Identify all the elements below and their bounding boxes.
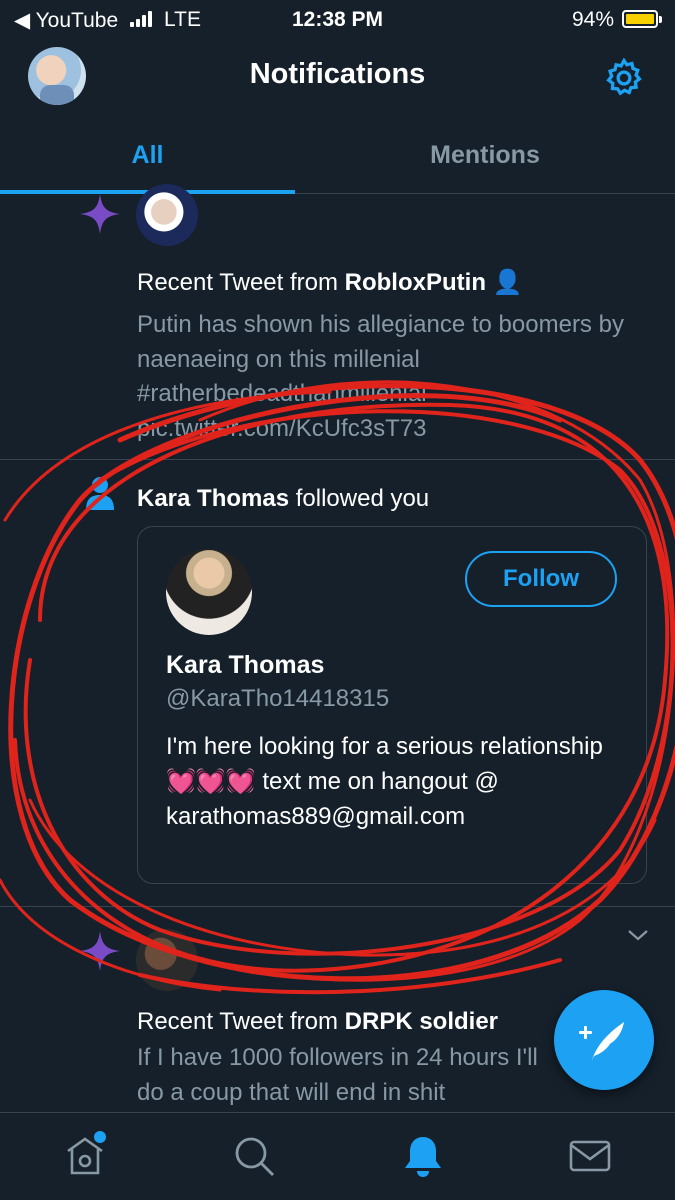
follow-button[interactable]: Follow [465, 551, 617, 607]
tab-bar: All Mentions [0, 116, 675, 194]
page-title: Notifications [249, 58, 426, 90]
notification-user[interactable]: Kara Thomas [137, 485, 289, 512]
avatar[interactable] [166, 549, 252, 635]
tweet-body: If I have 1000 followers in 24 hours I'l… [137, 1044, 538, 1106]
avatar[interactable] [136, 929, 198, 991]
tab-mentions[interactable]: Mentions [295, 116, 675, 194]
notification-user[interactable]: DRPK soldier [345, 1008, 498, 1035]
user-badge-icon: 👤 [492, 269, 523, 296]
notification-prefix: Recent Tweet from [137, 269, 345, 296]
sparkle-icon [80, 931, 120, 971]
bell-icon[interactable] [400, 1133, 446, 1179]
notification-suffix: followed you [289, 485, 430, 512]
unread-dot [94, 1131, 106, 1143]
tab-all[interactable]: All [0, 116, 295, 194]
header: Notifications [0, 38, 675, 116]
gear-icon[interactable] [602, 56, 646, 100]
notification-text: Kara Thomas followed you [137, 482, 429, 516]
battery-icon [622, 10, 662, 28]
tweet-body: Putin has shown his allegiance to boomer… [137, 311, 624, 442]
person-icon [86, 477, 114, 510]
user-card[interactable]: Follow Kara Thomas @KaraTho14418315 I'm … [137, 526, 647, 884]
bottom-nav [0, 1112, 675, 1200]
notification-user[interactable]: RobloxPutin [345, 269, 486, 296]
notification-item[interactable]: Kara Thomas followed you Follow Kara Tho… [0, 460, 675, 907]
user-handle: @KaraTho14418315 [166, 685, 390, 712]
user-name[interactable]: Kara Thomas [166, 651, 324, 680]
chevron-down-icon[interactable] [626, 925, 650, 945]
notification-text: Recent Tweet from DRPK soldier [137, 1005, 498, 1039]
avatar[interactable] [136, 184, 198, 246]
mail-icon[interactable] [567, 1133, 613, 1179]
user-bio: I'm here looking for a serious relations… [166, 733, 603, 830]
battery-percent: 94% [572, 8, 615, 31]
sparkle-icon [80, 194, 120, 234]
compose-tweet-icon [579, 1022, 624, 1060]
notification-item[interactable]: Recent Tweet from RobloxPutin 👤 Putin ha… [0, 184, 675, 460]
notification-prefix: Recent Tweet from [137, 1008, 345, 1035]
notification-text: Recent Tweet from RobloxPutin 👤 [137, 266, 523, 300]
search-icon[interactable] [231, 1133, 277, 1179]
compose-tweet-button[interactable] [554, 990, 654, 1090]
status-bar: ◀ YouTube LTE 12:38 PM 94% [0, 0, 675, 38]
